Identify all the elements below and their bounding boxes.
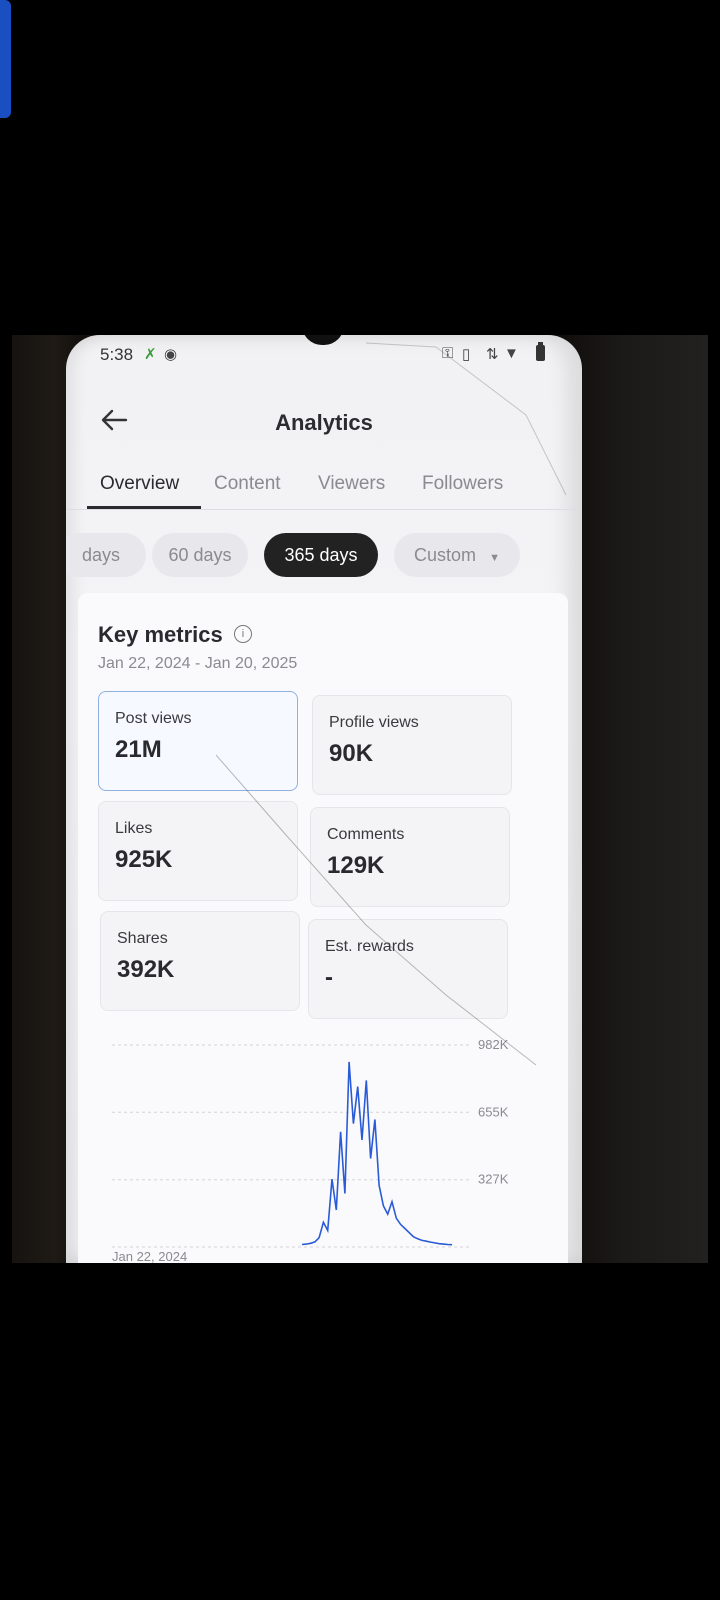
tab-viewers[interactable]: Viewers xyxy=(318,473,385,495)
data-arrows-icon: ⇅ xyxy=(486,346,499,363)
status-bar: 5:38 ✗ ◉ ⚿ ▯ ⇅ ▼ xyxy=(66,335,582,375)
pill-custom[interactable]: Custom ▼ xyxy=(394,533,520,577)
wifi-icon: ▼ xyxy=(504,345,519,362)
metric-label: Shares xyxy=(117,930,168,947)
phone-screen: 5:38 ✗ ◉ ⚿ ▯ ⇅ ▼ Analytics Overview Cont… xyxy=(66,335,582,1263)
status-time: 5:38 xyxy=(100,345,134,364)
metric-est-rewards[interactable]: Est. rewards - xyxy=(308,919,508,1019)
pill-60-days[interactable]: 60 days xyxy=(152,533,248,577)
tab-overview[interactable]: Overview xyxy=(100,473,179,495)
app-notification-icon: ✗ xyxy=(144,346,157,363)
pill-365-days[interactable]: 365 days xyxy=(264,533,378,577)
pill-custom-label: Custom xyxy=(414,545,477,565)
vibrate-icon: ▯ xyxy=(462,346,471,363)
y-tick-label: 982K xyxy=(478,1037,509,1052)
metric-label: Likes xyxy=(115,820,153,837)
metric-profile-views[interactable]: Profile views 90K xyxy=(312,695,512,795)
metric-value: 392K xyxy=(117,956,175,983)
tab-followers[interactable]: Followers xyxy=(422,473,503,495)
metric-label: Est. rewards xyxy=(325,938,414,955)
metric-label: Post views xyxy=(115,710,192,727)
tab-bar: Overview Content Viewers Followers xyxy=(66,465,582,510)
tab-content[interactable]: Content xyxy=(214,473,281,495)
metric-label: Comments xyxy=(327,826,405,843)
metric-likes[interactable]: Likes 925K xyxy=(98,801,298,901)
chart-gridlines xyxy=(112,1044,472,1248)
caret-down-icon: ▼ xyxy=(489,552,500,564)
battery-icon xyxy=(536,342,545,361)
date-range: Jan 22, 2024 - Jan 20, 2025 xyxy=(98,655,298,672)
active-tab-indicator xyxy=(87,506,201,509)
edge-accent xyxy=(0,0,11,118)
key-metrics-title: Key metrics xyxy=(98,622,223,647)
chart-series-line xyxy=(301,1061,453,1246)
key-icon: ⚿ xyxy=(442,345,454,362)
page-title: Analytics xyxy=(275,410,373,435)
pill-days[interactable]: days xyxy=(66,533,146,577)
notification-dot-icon: ◉ xyxy=(164,346,178,363)
metric-post-views[interactable]: Post views 21M xyxy=(98,691,298,791)
metric-value: 129K xyxy=(327,852,385,879)
views-chart: 982K 655K 327K Jan 22, 2024 xyxy=(112,1037,509,1263)
chart-y-axis: 982K 655K 327K xyxy=(478,1037,509,1187)
metric-value: - xyxy=(325,964,333,991)
metric-value: 90K xyxy=(329,740,374,767)
y-tick-label: 327K xyxy=(478,1172,509,1187)
metric-value: 21M xyxy=(115,736,162,763)
metric-label: Profile views xyxy=(329,714,419,731)
phone-photo: 5:38 ✗ ◉ ⚿ ▯ ⇅ ▼ Analytics Overview Cont… xyxy=(12,335,708,1263)
metric-value: 925K xyxy=(115,846,173,873)
info-icon[interactable]: i xyxy=(234,625,252,643)
y-tick-label: 655K xyxy=(478,1104,509,1119)
metric-comments[interactable]: Comments 129K xyxy=(310,807,510,907)
metric-shares[interactable]: Shares 392K xyxy=(100,911,300,1011)
chart-x-start-label: Jan 22, 2024 xyxy=(112,1249,187,1263)
